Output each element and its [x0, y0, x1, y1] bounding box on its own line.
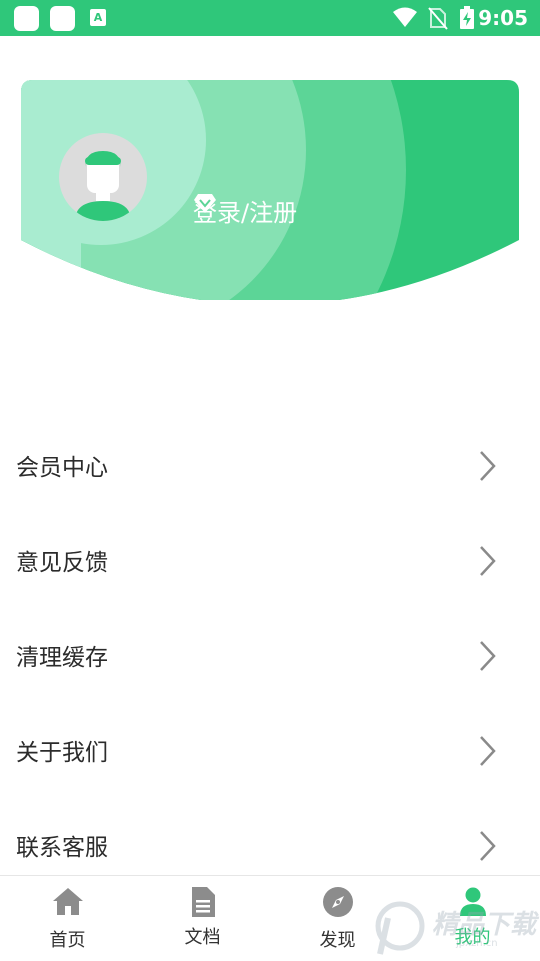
a-keyboard-icon: A	[90, 9, 106, 26]
app-square-icon	[14, 6, 39, 31]
menu-item-label: 联系客服	[16, 835, 108, 861]
login-register-button[interactable]: 登录/注册	[193, 192, 297, 228]
status-time: 9:05	[478, 6, 528, 30]
document-icon	[191, 887, 215, 917]
tab-label: 文档	[184, 927, 221, 948]
menu-item-label: 关于我们	[16, 740, 108, 766]
menu-item-label: 意见反馈	[16, 550, 108, 576]
settings-menu: 会员中心 意见反馈 清理缓存 关于我们 联系客服	[0, 418, 540, 893]
watermark-subtext: jpxzh.cn	[456, 938, 498, 949]
watermark: 精品下载 jpxzh.cn	[370, 898, 540, 958]
profile-card: 登录/注册	[21, 80, 519, 300]
compass-icon	[322, 887, 353, 917]
home-icon	[52, 888, 83, 915]
no-sim-icon	[428, 7, 448, 30]
app-square-icon	[50, 6, 75, 31]
menu-item-clear-cache[interactable]: 清理缓存	[0, 608, 540, 703]
chevron-right-icon	[480, 736, 496, 766]
chevron-right-icon	[480, 641, 496, 671]
chevron-right-icon	[480, 451, 496, 481]
diamond-icon	[194, 194, 216, 213]
tab-label: 首页	[49, 930, 86, 951]
watermark-text: 精品下载	[432, 910, 537, 940]
tab-home[interactable]: 首页	[0, 876, 135, 961]
menu-item-label: 清理缓存	[16, 645, 108, 671]
menu-item-label: 会员中心	[16, 455, 108, 481]
chevron-right-icon	[480, 831, 496, 861]
menu-item-vip-center[interactable]: 会员中心	[0, 418, 540, 513]
watermark-logo-icon	[375, 901, 425, 955]
tab-documents[interactable]: 文档	[135, 876, 270, 961]
menu-item-about-us[interactable]: 关于我们	[0, 703, 540, 798]
battery-charging-icon	[460, 6, 474, 29]
chevron-right-icon	[480, 546, 496, 576]
status-bar: A 9:05	[0, 0, 540, 36]
user-avatar-icon[interactable]	[59, 133, 147, 221]
wifi-icon	[393, 7, 417, 27]
menu-item-feedback[interactable]: 意见反馈	[0, 513, 540, 608]
